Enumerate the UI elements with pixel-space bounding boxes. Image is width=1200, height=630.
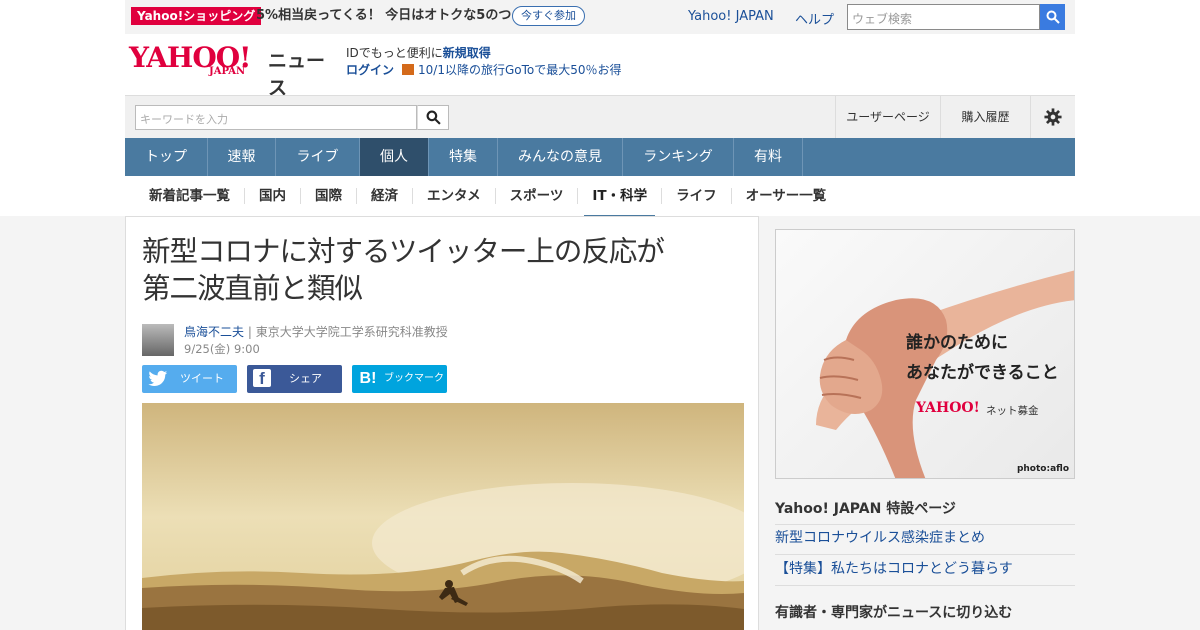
nav-feature[interactable]: 特集 <box>429 138 498 176</box>
subnav-latest[interactable]: 新着記事一覧 <box>135 188 245 204</box>
suitcase-icon <box>402 64 415 75</box>
title-line-2: 第二波直前と類似 <box>142 272 363 305</box>
header-area: Yahoo!ショッピング 5%相当戻ってくる！ 今日はオトクな5のつく日 今すぐ… <box>0 0 1200 218</box>
id-box: IDでもっと便利に新規取得 ログイン 10/1以降の旅行GoToで最大50％お得 <box>346 45 622 79</box>
ad-brand-sub: ネット募金 <box>986 405 1039 417</box>
subnav-it-science[interactable]: IT・科学 <box>578 188 663 218</box>
ad-line-1: 誰かのために <box>906 333 1008 353</box>
nav-paid[interactable]: 有料 <box>734 138 803 176</box>
subnav-sports[interactable]: スポーツ <box>496 188 579 204</box>
promo-text[interactable]: 5%相当戻ってくる！ 今日はオトクな5のつく日 <box>256 7 537 25</box>
sidebar: 誰かのために あなたができること YAHOO! ネット募金 photo:aflo… <box>775 216 1075 630</box>
settings-button[interactable] <box>1030 96 1075 138</box>
subnav-world[interactable]: 国際 <box>301 188 357 204</box>
nav-opinions[interactable]: みんなの意見 <box>498 138 623 176</box>
title-line-1: 新型コロナに対するツイッター上の反応が <box>142 235 665 268</box>
ad-line-2: あなたができること <box>906 363 1059 383</box>
id-text: IDでもっと便利に <box>346 46 443 60</box>
ad-brand-logo: YAHOO! <box>916 400 980 416</box>
subnav-economy[interactable]: 経済 <box>357 188 413 204</box>
covid-feature-link[interactable]: 【特集】私たちはコロナとどう暮らす <box>775 558 1075 586</box>
nav-ranking[interactable]: ランキング <box>623 138 734 176</box>
shopping-badge[interactable]: Yahoo!ショッピング <box>131 7 262 25</box>
tweet-label: ツイート <box>180 372 224 385</box>
nav-breaking[interactable]: 速報 <box>208 138 276 176</box>
article-date: 9/25(金) 9:00 <box>184 342 260 356</box>
bookmark-label: ブックマーク <box>384 373 444 384</box>
yahoo-news-logo[interactable]: YAHOO! JAPAN ニュース <box>129 42 339 100</box>
hatena-icon: B! <box>359 370 377 387</box>
purchase-history-link[interactable]: 購入履歴 <box>940 96 1030 138</box>
author-name[interactable]: 鳥海不二夫 <box>184 325 244 339</box>
search-icon <box>1046 10 1060 24</box>
main-nav: トップ 速報 ライブ 個人 特集 みんなの意見 ランキング 有料 <box>125 138 1075 176</box>
surf-photo-art <box>142 403 744 630</box>
tweet-button[interactable]: ツイート <box>142 365 237 393</box>
search-icon <box>426 110 441 125</box>
experts-heading: 有識者・専門家がニュースに切り込む <box>775 605 1013 621</box>
twitter-icon <box>148 369 168 389</box>
subnav-authors[interactable]: オーサー一覧 <box>732 188 841 204</box>
subnav-domestic[interactable]: 国内 <box>245 188 301 204</box>
subnav-entertainment[interactable]: エンタメ <box>413 188 496 204</box>
logo-section: ニュース <box>268 50 326 99</box>
subnav-life[interactable]: ライフ <box>662 188 732 204</box>
web-search-input[interactable]: ウェブ検索 <box>847 4 1040 30</box>
keyword-input[interactable]: キーワードを入力 <box>135 105 417 130</box>
article-title: 新型コロナに対するツイッター上の反応が 第二波直前と類似 <box>142 233 742 307</box>
share-label: シェア <box>289 372 322 385</box>
join-button[interactable]: 今すぐ参加 <box>512 6 585 26</box>
hatena-bookmark-button[interactable]: B! ブックマーク <box>352 365 447 393</box>
sub-nav: 新着記事一覧 国内 国際 経済 エンタメ スポーツ IT・科学 ライフ オーサー… <box>125 176 1075 218</box>
web-search-button[interactable] <box>1040 4 1065 30</box>
author-affiliation: | 東京大学大学院工学系研究科准教授 <box>247 325 448 339</box>
nav-individual[interactable]: 個人 <box>360 138 429 176</box>
keyword-search-button[interactable] <box>417 105 449 130</box>
special-pages-heading: Yahoo! JAPAN 特設ページ <box>775 498 1075 525</box>
register-link[interactable]: 新規取得 <box>443 46 491 60</box>
facebook-icon: f <box>253 369 271 388</box>
ad-credit: photo:aflo <box>1016 464 1069 474</box>
goto-link[interactable]: 10/1以降の旅行GoToで最大50％お得 <box>418 63 622 77</box>
ad-banner[interactable]: 誰かのために あなたができること YAHOO! ネット募金 photo:aflo <box>775 229 1075 479</box>
logo-sub: JAPAN <box>209 66 246 77</box>
covid-summary-link[interactable]: 新型コロナウイルス感染症まとめ <box>775 527 1075 555</box>
article-panel: 新型コロナに対するツイッター上の反応が 第二波直前と類似 鳥海不二夫 | 東京大学… <box>125 216 759 630</box>
yahoo-japan-link[interactable]: Yahoo! JAPAN <box>688 9 774 24</box>
search-bar: キーワードを入力 ユーザーページ 購入履歴 <box>125 95 1075 138</box>
promo-bar: Yahoo!ショッピング 5%相当戻ってくる！ 今日はオトクな5のつく日 今すぐ… <box>125 0 1075 34</box>
facebook-share-button[interactable]: f シェア <box>247 365 342 393</box>
article-photo[interactable] <box>142 403 744 630</box>
user-page-link[interactable]: ユーザーページ <box>835 96 940 138</box>
nav-top[interactable]: トップ <box>125 138 208 176</box>
author-avatar[interactable] <box>142 324 174 356</box>
login-link[interactable]: ログイン <box>346 63 394 77</box>
nav-live[interactable]: ライブ <box>276 138 360 176</box>
gear-icon <box>1044 108 1062 126</box>
holding-hands-art <box>816 270 1074 478</box>
help-link[interactable]: ヘルプ <box>795 9 834 28</box>
